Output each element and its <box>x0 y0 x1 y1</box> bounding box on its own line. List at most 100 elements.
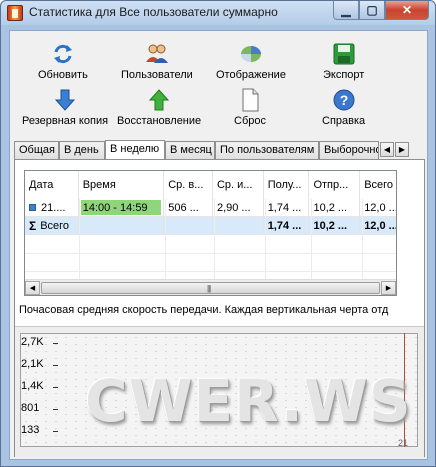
cell-empty <box>79 217 165 234</box>
table-total-row[interactable]: Σ Всего 1,74 ... 10,2 ... 12,0 ... <box>25 217 396 235</box>
total-label-text: Всего <box>40 219 70 232</box>
users-button[interactable]: Пользователи <box>121 41 193 81</box>
col-date[interactable]: Дата <box>25 171 79 199</box>
reset-button[interactable]: Сброс <box>234 87 266 127</box>
grid-line <box>165 199 166 279</box>
tab-strip: Общая В день В неделю В месяц По пользов… <box>14 140 425 160</box>
backup-label: Резервная копия <box>22 115 109 127</box>
display-icon <box>240 46 261 62</box>
tab-weekly[interactable]: В неделю <box>105 140 165 160</box>
minimize-button[interactable]: ▁ <box>333 1 359 20</box>
col-avg-in[interactable]: Ср. в... <box>164 171 213 199</box>
app-icon <box>7 5 23 21</box>
window-title: Статистика для Все пользователи суммарно <box>29 5 278 19</box>
download-arrow-icon <box>54 89 76 111</box>
y-label: 801 <box>21 402 40 414</box>
display-label: Отображение <box>216 69 286 81</box>
grid-line <box>214 199 215 279</box>
reset-label: Сброс <box>234 115 266 127</box>
time-highlight: 14:00 - 14:59 <box>80 200 162 215</box>
grid-line <box>362 199 363 279</box>
blank-page-icon <box>242 88 259 112</box>
row-icon <box>29 204 36 211</box>
col-total[interactable]: Всего <box>360 171 396 199</box>
export-label: Экспорт <box>323 69 365 81</box>
upload-arrow-icon <box>148 89 170 111</box>
scroll-thumb[interactable]: ||| <box>41 282 380 294</box>
cell-avg-out: 2,90 ... <box>213 199 264 216</box>
help-button[interactable]: ? Справка <box>322 87 365 127</box>
y-label: 133 <box>21 424 40 436</box>
help-label: Справка <box>322 115 366 127</box>
tab-general[interactable]: Общая <box>14 141 59 159</box>
y-tick <box>53 387 58 388</box>
y-tick <box>53 431 58 432</box>
y-label: 1,4K <box>21 380 44 392</box>
graph-caption: Почасовая средняя скорость передачи. Каж… <box>19 304 389 316</box>
export-button[interactable]: Экспорт <box>323 41 364 81</box>
sigma-icon: Σ <box>29 218 37 233</box>
close-button[interactable]: ✕ <box>385 1 429 20</box>
save-icon <box>333 43 355 65</box>
grid-line <box>79 199 80 279</box>
y-tick <box>53 343 58 344</box>
users-label: Пользователи <box>121 69 193 81</box>
cell-total-total: 12,0 ... <box>364 219 396 232</box>
y-label: 2,7K <box>21 336 44 348</box>
tab-monthly[interactable]: В месяц <box>165 141 215 159</box>
cell-date: 21.... <box>25 199 79 216</box>
cell-date-text: 21.... <box>41 201 66 214</box>
grip-icon: ||| <box>207 284 211 293</box>
svg-text:?: ? <box>339 92 348 108</box>
refresh-icon <box>53 44 72 64</box>
tab-by-users[interactable]: По пользователям <box>215 141 319 159</box>
x-label: 21 <box>398 438 409 448</box>
tab-scroll-left-button[interactable]: ◀ <box>380 142 394 157</box>
scroll-left-button[interactable]: ◀ <box>25 281 40 295</box>
cell-time: 14:00 - 14:59 <box>79 199 165 216</box>
cell-sent: 10,2 ... <box>309 199 361 216</box>
col-received[interactable]: Полу... <box>264 171 310 199</box>
cell-empty <box>213 217 264 234</box>
table-header: Дата Время Ср. в... Ср. и... Полу... Отп… <box>25 171 396 199</box>
cell-avg-in: 506 ... <box>164 199 213 216</box>
tab-custom[interactable]: Выборочно <box>319 141 379 159</box>
client-area: Обновить Пользователи Отображение Экспор… <box>9 30 428 460</box>
tab-daily[interactable]: В день <box>59 141 105 159</box>
y-tick <box>53 409 58 410</box>
refresh-label: Обновить <box>38 69 88 81</box>
toolbar: Обновить Пользователи Отображение Экспор… <box>10 31 427 135</box>
col-time[interactable]: Время <box>79 171 165 199</box>
tab-panel: Дата Время Ср. в... Ср. и... Полу... Отп… <box>14 159 425 457</box>
window-controls: ▁ ▢ ✕ <box>333 1 429 20</box>
display-button[interactable]: Отображение <box>216 41 286 81</box>
speed-graph: 2,7K 2,1K 1,4K 801 133 21 CWER.WS <box>15 326 424 457</box>
table-row[interactable]: 21.... 14:00 - 14:59 506 ... 2,90 ... 1,… <box>25 199 396 217</box>
grid-line <box>25 271 396 272</box>
maximize-button[interactable]: ▢ <box>359 1 385 20</box>
stats-table: Дата Время Ср. в... Ср. и... Полу... Отп… <box>24 170 397 296</box>
refresh-button[interactable]: Обновить <box>38 41 88 81</box>
scroll-right-button[interactable]: ▶ <box>381 281 396 295</box>
col-avg-out[interactable]: Ср. и... <box>213 171 264 199</box>
cell-received: 1,74 ... <box>264 199 310 216</box>
watermark: CWER.WS <box>85 367 412 435</box>
y-label: 2,1K <box>21 358 44 370</box>
col-sent[interactable]: Отпр... <box>309 171 361 199</box>
cell-time-text: 14:00 - 14:59 <box>82 201 148 214</box>
title-bar[interactable]: Статистика для Все пользователи суммарно… <box>1 1 435 25</box>
restore-button[interactable]: Восстановление <box>117 87 201 127</box>
cell-empty <box>164 217 213 234</box>
grid-line <box>311 199 312 279</box>
cell-total: 12,0 ... <box>364 201 397 214</box>
help-icon: ? <box>333 89 355 111</box>
grid-line <box>265 199 266 279</box>
app-window: Статистика для Все пользователи суммарно… <box>0 0 436 467</box>
horizontal-scrollbar[interactable]: ◀ ||| ▶ <box>25 279 396 295</box>
backup-button[interactable]: Резервная копия <box>22 87 108 127</box>
restore-label: Восстановление <box>117 115 202 127</box>
grid-line <box>25 253 396 254</box>
cell-total-received: 1,74 ... <box>264 217 310 234</box>
tab-scroll-right-button[interactable]: ▶ <box>395 142 409 157</box>
y-tick <box>53 365 58 366</box>
